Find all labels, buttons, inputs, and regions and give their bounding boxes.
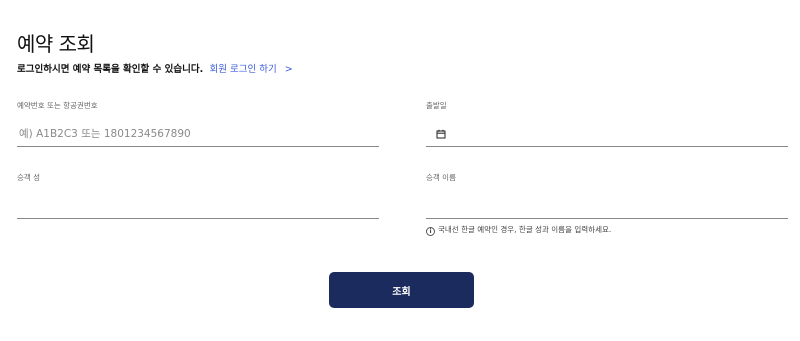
reservation-number-field: 예약번호 또는 항공권번호: [17, 100, 379, 147]
departure-date-field: 출발일: [426, 100, 788, 147]
last-name-box: [17, 193, 379, 219]
korean-name-hint-text: 국내선 한글 예약인 경우, 한글 성과 이름을 입력하세요.: [438, 225, 612, 234]
departure-date-label: 출발일: [426, 101, 447, 110]
search-button[interactable]: 조회: [329, 272, 474, 308]
member-login-label: 회원 로그인 하기: [209, 64, 277, 75]
korean-name-hint: i 국내선 한글 예약인 경우, 한글 성과 이름을 입력하세요.: [426, 224, 611, 236]
reservation-number-label: 예약번호 또는 항공권번호: [17, 101, 98, 110]
reservation-number-box: [17, 121, 379, 147]
departure-date-box[interactable]: [426, 121, 788, 147]
last-name-input[interactable]: [17, 193, 379, 218]
reservation-number-input[interactable]: [17, 121, 379, 146]
calendar-icon[interactable]: [436, 129, 446, 139]
page-title: 예약 조회: [17, 32, 95, 56]
login-prompt-text: 로그인하시면 예약 목록을 확인할 수 있습니다.: [17, 64, 204, 75]
first-name-label: 승객 이름: [426, 173, 456, 182]
first-name-input[interactable]: [426, 193, 788, 218]
member-login-link[interactable]: 회원 로그인 하기 >: [210, 64, 293, 75]
last-name-label: 승객 성: [17, 173, 41, 182]
first-name-box: [426, 193, 788, 219]
info-icon: i: [426, 227, 435, 236]
first-name-field: 승객 이름: [426, 172, 788, 219]
login-prompt: 로그인하시면 예약 목록을 확인할 수 있습니다. 회원 로그인 하기 >: [17, 61, 293, 75]
last-name-field: 승객 성: [17, 172, 379, 219]
chevron-right-icon: >: [284, 64, 293, 75]
